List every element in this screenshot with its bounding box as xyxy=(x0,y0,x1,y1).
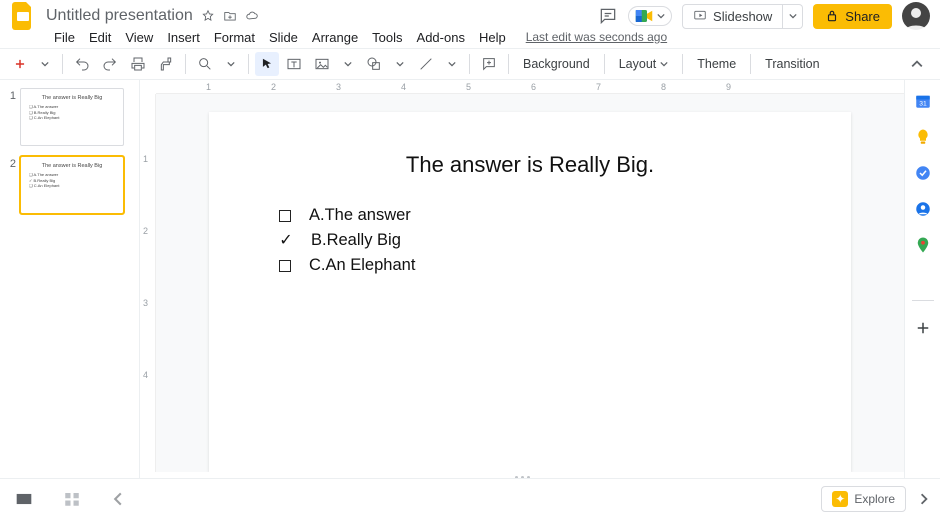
option-text: C.An Elephant xyxy=(309,256,415,275)
doc-title[interactable]: Untitled presentation xyxy=(46,7,193,25)
account-avatar[interactable] xyxy=(902,2,930,30)
slide-option[interactable]: ✓ B.Really Big xyxy=(279,231,811,250)
menu-format[interactable]: Format xyxy=(208,27,261,48)
shape-tool[interactable] xyxy=(361,52,387,76)
grid-view-icon[interactable] xyxy=(63,490,81,508)
star-icon[interactable] xyxy=(201,9,215,23)
slide-title[interactable]: The answer is Really Big. xyxy=(249,152,811,178)
undo-button[interactable] xyxy=(69,52,95,76)
thumb-row: 2 The answer is Really Big❏ A.The answer✓… xyxy=(4,156,135,214)
slide-option[interactable]: C.An Elephant xyxy=(279,256,811,275)
new-slide-dropdown[interactable] xyxy=(34,52,56,76)
menu-arrange[interactable]: Arrange xyxy=(306,27,364,48)
option-text: B.Really Big xyxy=(311,231,401,250)
last-edit-link[interactable]: Last edit was seconds ago xyxy=(526,30,667,44)
menu-help[interactable]: Help xyxy=(473,27,512,48)
tasks-icon[interactable] xyxy=(914,164,932,182)
filmstrip: 1 The answer is Really Big❏ A.The answer❏… xyxy=(0,80,140,518)
menu-edit[interactable]: Edit xyxy=(83,27,117,48)
explore-label: Explore xyxy=(854,492,895,506)
option-text: A.The answer xyxy=(309,206,411,225)
check-icon: ✓ xyxy=(279,233,293,249)
slideshow-label: Slideshow xyxy=(713,9,772,24)
maps-icon[interactable] xyxy=(914,236,932,254)
shape-dropdown[interactable] xyxy=(389,52,411,76)
menu-view[interactable]: View xyxy=(119,27,159,48)
filmstrip-view-icon[interactable] xyxy=(15,490,33,508)
show-side-panel-icon[interactable] xyxy=(918,493,930,505)
thumb-number: 2 xyxy=(4,156,16,170)
select-tool[interactable] xyxy=(255,52,279,76)
theme-button[interactable]: Theme xyxy=(689,52,744,76)
slides-logo-icon[interactable] xyxy=(10,0,36,33)
add-addons-icon[interactable] xyxy=(914,319,932,337)
share-label: Share xyxy=(845,9,880,24)
editor-area: 123456789 1234 The answer is Really Big.… xyxy=(140,80,904,518)
move-icon[interactable] xyxy=(223,9,237,23)
explore-icon: ✦ xyxy=(832,491,848,507)
redo-button[interactable] xyxy=(97,52,123,76)
menu-tools[interactable]: Tools xyxy=(366,27,408,48)
image-dropdown[interactable] xyxy=(337,52,359,76)
title-bar: Untitled presentation Slideshow Share xyxy=(0,0,940,26)
bottom-bar: ✦ Explore xyxy=(0,478,940,518)
share-button[interactable]: Share xyxy=(813,4,892,29)
menu-slide[interactable]: Slide xyxy=(263,27,304,48)
line-tool[interactable] xyxy=(413,52,439,76)
checkbox-icon xyxy=(279,210,291,222)
workspace: 1 The answer is Really Big❏ A.The answer❏… xyxy=(0,80,940,518)
paint-format-button[interactable] xyxy=(153,52,179,76)
calendar-icon[interactable]: 31 xyxy=(914,92,932,110)
collapse-toolbar-button[interactable] xyxy=(906,52,928,76)
layout-button[interactable]: Layout xyxy=(611,52,677,76)
keep-icon[interactable] xyxy=(914,128,932,146)
hide-filmstrip-icon[interactable] xyxy=(111,492,125,506)
textbox-tool[interactable] xyxy=(281,52,307,76)
cloud-status-icon[interactable] xyxy=(245,9,259,23)
slide-canvas[interactable]: The answer is Really Big. A.The answer ✓ B… xyxy=(209,112,851,472)
side-panel: 31 xyxy=(904,80,940,518)
transition-button[interactable]: Transition xyxy=(757,52,827,76)
svg-text:31: 31 xyxy=(919,101,927,108)
meet-button[interactable] xyxy=(628,6,672,26)
slide-thumbnail[interactable]: The answer is Really Big❏ A.The answer❏ … xyxy=(20,88,124,146)
comments-icon[interactable] xyxy=(598,6,618,26)
slideshow-dropdown[interactable] xyxy=(783,4,803,29)
toolbar: Background Layout Theme Transition xyxy=(0,48,940,80)
thumb-row: 1 The answer is Really Big❏ A.The answer❏… xyxy=(4,88,135,146)
comment-tool[interactable] xyxy=(476,52,502,76)
menu-insert[interactable]: Insert xyxy=(161,27,206,48)
vertical-ruler: 1234 xyxy=(140,94,156,472)
menu-file[interactable]: File xyxy=(48,27,81,48)
slide-option[interactable]: A.The answer xyxy=(279,206,811,225)
contacts-icon[interactable] xyxy=(914,200,932,218)
checkbox-icon xyxy=(279,260,291,272)
slide-thumbnail[interactable]: The answer is Really Big❏ A.The answer✓ … xyxy=(20,156,124,214)
explore-button[interactable]: ✦ Explore xyxy=(821,486,906,512)
menu-addons[interactable]: Add-ons xyxy=(411,27,471,48)
background-button[interactable]: Background xyxy=(515,52,598,76)
new-slide-button[interactable] xyxy=(8,52,32,76)
zoom-button[interactable] xyxy=(192,52,218,76)
layout-label: Layout xyxy=(619,57,657,71)
canvas-wrap: The answer is Really Big. A.The answer ✓ B… xyxy=(156,94,904,472)
print-button[interactable] xyxy=(125,52,151,76)
image-tool[interactable] xyxy=(309,52,335,76)
line-dropdown[interactable] xyxy=(441,52,463,76)
thumb-number: 1 xyxy=(4,88,16,102)
slideshow-button[interactable]: Slideshow xyxy=(682,4,783,29)
zoom-dropdown[interactable] xyxy=(220,52,242,76)
horizontal-ruler: 123456789 xyxy=(156,80,904,94)
